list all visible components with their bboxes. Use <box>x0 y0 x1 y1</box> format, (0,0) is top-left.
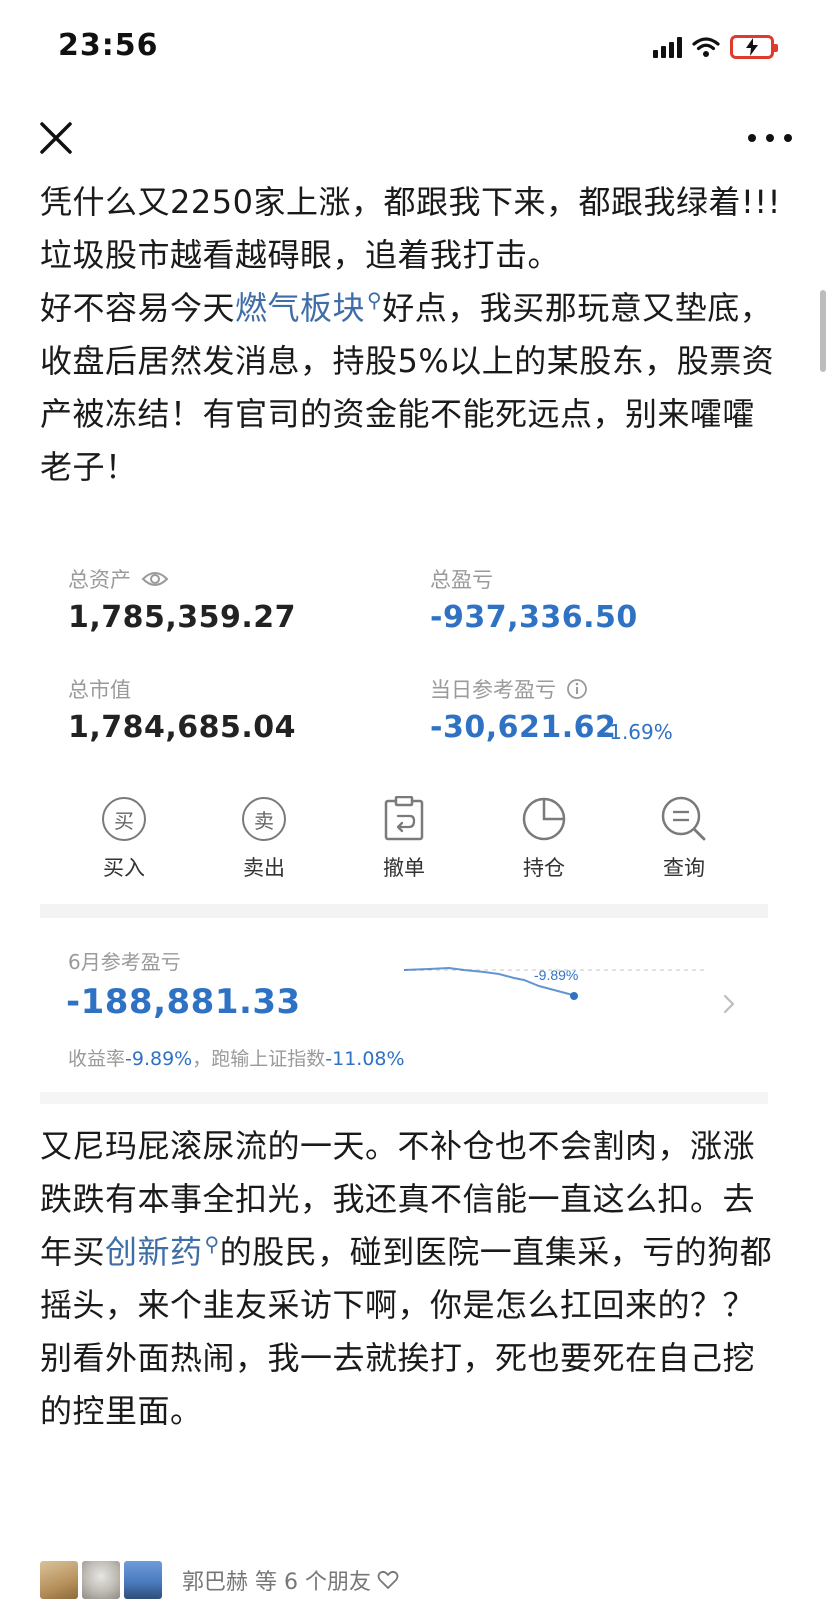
pie-chart-icon <box>522 797 566 841</box>
total-assets-label: 总资产 <box>68 564 169 594</box>
close-icon[interactable] <box>36 118 76 158</box>
post-line: 别看外面热闹，我一去就挨打，死也要死在自己挖的控里面。 <box>40 1339 756 1430</box>
query-button[interactable]: 查询 <box>629 794 739 894</box>
positions-button[interactable]: 持仓 <box>489 794 599 894</box>
likes-text: 郭巴赫 等 6 个朋友 <box>182 1564 399 1596</box>
market-value-value: 1,784,685.04 <box>68 710 297 745</box>
avatar[interactable] <box>124 1561 162 1599</box>
monthly-pnl-label: 6月参考盈亏 <box>68 950 181 974</box>
wifi-icon <box>692 37 720 57</box>
sell-button[interactable]: 卖 卖出 <box>209 794 319 894</box>
monthly-pnl-value: -188,881.33 <box>66 982 301 1022</box>
trade-actions: 买 买入 卖 卖出 撤单 持仓 查询 <box>40 794 768 894</box>
spark-end-point <box>570 992 578 1000</box>
likes-bar[interactable]: 郭巴赫 等 6 个朋友 <box>40 1555 399 1605</box>
monthly-return-text: 收益率-9.89%，跑输上证指数-11.08% <box>68 1048 405 1070</box>
topic-link-innovative-drugs[interactable]: 创新药 ⚲ <box>105 1232 220 1271</box>
chevron-right-icon[interactable] <box>720 992 738 1016</box>
eye-icon[interactable] <box>141 570 169 588</box>
search-icon: ⚲ <box>367 288 383 312</box>
more-dot-icon <box>748 134 756 142</box>
spark-end-label: -9.89% <box>534 967 578 983</box>
market-value-label: 总市值 <box>68 678 131 702</box>
card-bottom-band <box>40 1092 768 1104</box>
positions-label: 持仓 <box>523 856 565 880</box>
more-dot-icon <box>784 134 792 142</box>
topic-link-gas-sector[interactable]: 燃气板块 ⚲ <box>235 288 382 327</box>
sell-icon: 卖 <box>242 797 286 841</box>
cancel-order-label: 撤单 <box>383 856 425 880</box>
total-pnl-value: -937,336.50 <box>430 600 638 635</box>
sell-label: 卖出 <box>243 856 285 880</box>
more-options-button[interactable] <box>748 120 792 156</box>
query-search-icon <box>661 796 706 841</box>
query-label: 查询 <box>663 856 705 880</box>
daily-pnl-percent: -1.69% <box>602 720 673 744</box>
info-icon[interactable] <box>566 678 588 700</box>
status-indicators <box>653 32 778 62</box>
post-line: 垃圾股市越看越碍眼，追着我打击。 <box>40 236 561 274</box>
search-icon: ⚲ <box>204 1232 220 1256</box>
battery-icon <box>730 35 778 59</box>
avatar[interactable] <box>40 1561 78 1599</box>
heart-icon[interactable] <box>377 1570 399 1590</box>
buy-label: 买入 <box>103 856 145 880</box>
post-line: 好不容易今天燃气板块 ⚲好点，我买那玩意又垫底，收盘后居然发消息，持股5%以上的某… <box>40 282 786 494</box>
cancel-order-button[interactable]: 撤单 <box>349 794 459 894</box>
buy-icon: 买 <box>102 797 146 841</box>
total-assets-value: 1,785,359.27 <box>68 600 297 635</box>
post-text-2: 又尼玛屁滚尿流的一天。不补仓也不会割肉，涨涨跌跌有本事全扣光，我还真不信能一直这… <box>40 1120 786 1438</box>
more-dot-icon <box>766 134 774 142</box>
post-text-1: 凭什么又2250家上涨，都跟我下来，都跟我绿着!!! 垃圾股市越看越碍眼，追着我… <box>40 176 786 494</box>
post-line: 又尼玛屁滚尿流的一天。不补仓也不会割肉，涨涨跌跌有本事全扣光，我还真不信能一直这… <box>40 1127 773 1324</box>
avatar[interactable] <box>82 1561 120 1599</box>
status-time: 23:56 <box>58 28 159 63</box>
scroll-indicator[interactable] <box>820 290 826 372</box>
post-line: 凭什么又2250家上涨，都跟我下来，都跟我绿着!!! <box>40 183 781 221</box>
cellular-signal-icon <box>653 36 682 58</box>
cancel-order-icon <box>384 796 424 841</box>
daily-pnl-value: -30,621.62 <box>430 710 617 745</box>
total-pnl-label: 总盈亏 <box>430 568 493 592</box>
buy-button[interactable]: 买 买入 <box>69 794 179 894</box>
monthly-pnl-panel[interactable]: 6月参考盈亏 -188,881.33 收益率-9.89%，跑输上证指数-11.0… <box>40 930 768 1080</box>
monthly-sparkline: -9.89% <box>404 966 704 1000</box>
section-divider <box>40 904 768 918</box>
brokerage-card: 总资产 1,785,359.27 总盈亏 -937,336.50 总市值 1,7… <box>40 550 768 1104</box>
daily-pnl-label: 当日参考盈亏 <box>430 674 588 704</box>
